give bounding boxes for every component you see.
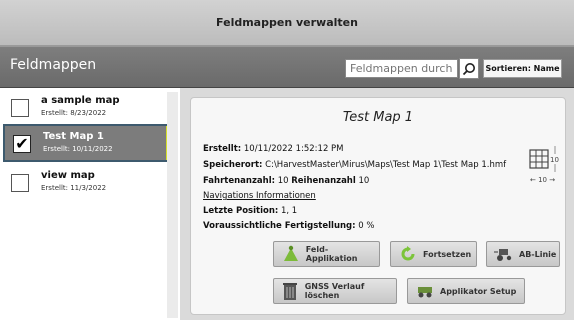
search-button[interactable] xyxy=(459,58,479,79)
map-created: Erstellt: 8/23/2022 xyxy=(41,109,107,117)
created-row: Erstellt: 10/11/2022 1:52:12 PM xyxy=(203,144,344,154)
created-value: 10/11/2022 1:52:12 PM xyxy=(243,144,344,154)
window-titlebar: Feldmappen verwalten xyxy=(0,0,574,46)
sprayer-icon xyxy=(280,244,302,264)
applicator-setup-label: Applikator Setup xyxy=(440,286,517,296)
field-application-label: Feld-Applikation xyxy=(305,245,358,263)
lanes-value: 10 xyxy=(277,176,289,186)
list-scrollbar[interactable] xyxy=(167,92,178,318)
map-detail-card: Test Map 1 Erstellt: 10/11/2022 1:52:12 … xyxy=(190,97,566,315)
location-label: Speicherort: xyxy=(203,160,263,170)
window-title: Feldmappen verwalten xyxy=(216,16,358,29)
applicator-icon xyxy=(414,281,436,301)
section-title: Feldmappen xyxy=(10,57,97,73)
nav-info-row: Navigations Informationen xyxy=(203,191,316,201)
toolbar: Feldmappen Sortieren: Name xyxy=(0,46,574,88)
grid-icon: 10 ← 10 → xyxy=(529,146,559,184)
field-application-button[interactable]: Feld-Applikation xyxy=(273,241,380,267)
applicator-setup-button[interactable]: Applikator Setup xyxy=(407,278,525,304)
tractor-icon xyxy=(493,244,515,264)
search-input[interactable] xyxy=(345,59,458,78)
map-checkbox[interactable]: ✔ xyxy=(13,135,31,153)
list-item[interactable]: view map Erstellt: 11/3/2022 xyxy=(3,165,178,203)
grid-cols-label: ← 10 → xyxy=(530,176,555,184)
trash-icon xyxy=(280,281,301,301)
map-list: a sample map Erstellt: 8/23/2022 ✔ Test … xyxy=(0,88,180,320)
continue-icon xyxy=(397,244,419,264)
continue-button[interactable]: Fortsetzen xyxy=(390,241,477,267)
continue-label: Fortsetzen xyxy=(423,249,472,259)
lanes-label: Fahrtenanzahl: xyxy=(203,176,276,186)
last-position-row: Letzte Position: 1, 1 xyxy=(203,206,297,216)
map-created: Erstellt: 11/3/2022 xyxy=(41,184,107,192)
clear-gnss-label: GNSS Verlauf löschen xyxy=(304,282,365,300)
map-created: Erstellt: 10/11/2022 xyxy=(43,145,113,153)
navigation-info-link[interactable]: Navigations Informationen xyxy=(203,191,316,201)
ab-line-label: AB-Linie xyxy=(519,249,557,259)
last-position-value: 1, 1 xyxy=(281,206,298,216)
map-name: a sample map xyxy=(41,95,120,106)
map-title: Test Map 1 xyxy=(342,110,414,125)
counts-row: Fahrtenanzahl: 10 Reihenanzahl 10 xyxy=(203,176,369,186)
completion-row: Voraussichtliche Fertigstellung: 0 % xyxy=(203,221,374,231)
search-icon xyxy=(462,62,475,75)
location-value: C:\HarvestMaster\Mirus\Maps\Test Map 1\T… xyxy=(265,160,507,170)
rows-value: 10 xyxy=(358,176,370,186)
map-checkbox[interactable] xyxy=(11,174,29,192)
sort-button[interactable]: Sortieren: Name xyxy=(483,59,562,78)
ab-line-button[interactable]: AB-Linie xyxy=(486,241,560,267)
detail-panel: Test Map 1 Erstellt: 10/11/2022 1:52:12 … xyxy=(180,88,574,320)
grid-rows-label: 10 xyxy=(550,156,559,164)
completion-label: Voraussichtliche Fertigstellung: xyxy=(203,221,356,231)
map-checkbox[interactable] xyxy=(11,99,29,117)
list-item[interactable]: a sample map Erstellt: 8/23/2022 xyxy=(3,90,178,128)
location-row: Speicherort: C:\HarvestMaster\Mirus\Maps… xyxy=(203,160,506,170)
completion-value: 0 % xyxy=(358,221,375,231)
rows-label: Reihenanzahl xyxy=(291,176,356,186)
clear-gnss-button[interactable]: GNSS Verlauf löschen xyxy=(273,278,397,304)
map-name: Test Map 1 xyxy=(43,131,104,142)
list-item-selected[interactable]: ✔ Test Map 1 Erstellt: 10/11/2022 xyxy=(3,124,178,162)
map-name: view map xyxy=(41,170,95,181)
created-label: Erstellt: xyxy=(203,144,242,154)
last-position-label: Letzte Position: xyxy=(203,206,279,216)
